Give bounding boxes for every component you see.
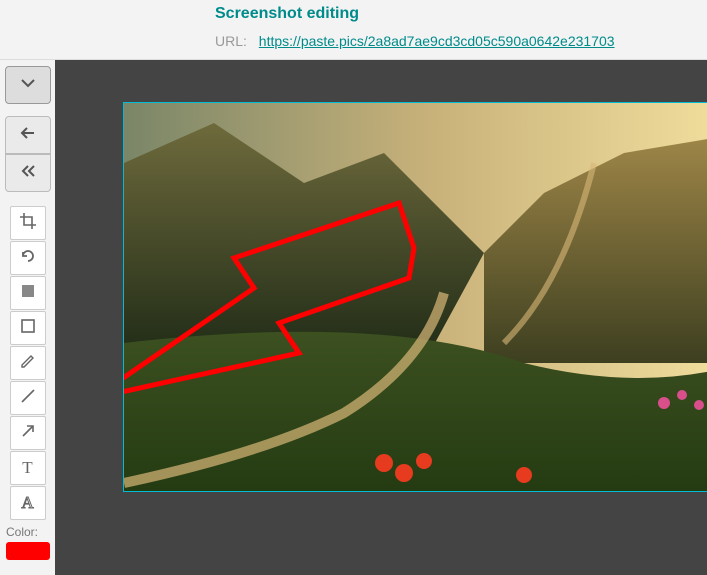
pencil-icon (19, 352, 37, 375)
rotate-tool[interactable] (10, 241, 46, 275)
arrow-diagonal-icon (19, 422, 37, 445)
text-tool[interactable]: T (10, 451, 46, 485)
double-arrow-left-icon (18, 163, 38, 184)
chevron-down-icon (19, 74, 37, 97)
page-title: Screenshot editing (215, 5, 707, 23)
image-holder[interactable] (123, 102, 707, 492)
main: T A Color: (0, 60, 707, 575)
color-label: Color: (6, 525, 38, 539)
arrow-left-icon (18, 125, 38, 146)
filled-square-icon (19, 282, 37, 305)
line-icon (19, 387, 37, 410)
text-outline-icon: A (21, 493, 33, 513)
line-tool[interactable] (10, 381, 46, 415)
url-label: URL: (215, 33, 247, 49)
crop-tool[interactable] (10, 206, 46, 240)
header: Screenshot editing URL: https://paste.pi… (0, 0, 707, 60)
collapse-button[interactable] (5, 66, 51, 104)
url-row: URL: https://paste.pics/2a8ad7ae9cd3cd05… (215, 33, 707, 49)
pencil-tool[interactable] (10, 346, 46, 380)
rotate-icon (19, 247, 37, 270)
canvas-area[interactable] (55, 60, 707, 575)
edited-image (124, 103, 707, 492)
color-swatch[interactable] (6, 542, 50, 560)
rectangle-tool[interactable] (10, 311, 46, 345)
toolbar: T A Color: (0, 60, 55, 575)
url-link[interactable]: https://paste.pics/2a8ad7ae9cd3cd05c590a… (259, 33, 615, 49)
text-icon: T (22, 458, 32, 478)
arrow-tool[interactable] (10, 416, 46, 450)
crop-icon (19, 212, 37, 235)
square-icon (19, 317, 37, 340)
text-outline-tool[interactable]: A (10, 486, 46, 520)
filled-rectangle-tool[interactable] (10, 276, 46, 310)
undo-button[interactable] (5, 116, 51, 154)
undo-all-button[interactable] (5, 154, 51, 192)
